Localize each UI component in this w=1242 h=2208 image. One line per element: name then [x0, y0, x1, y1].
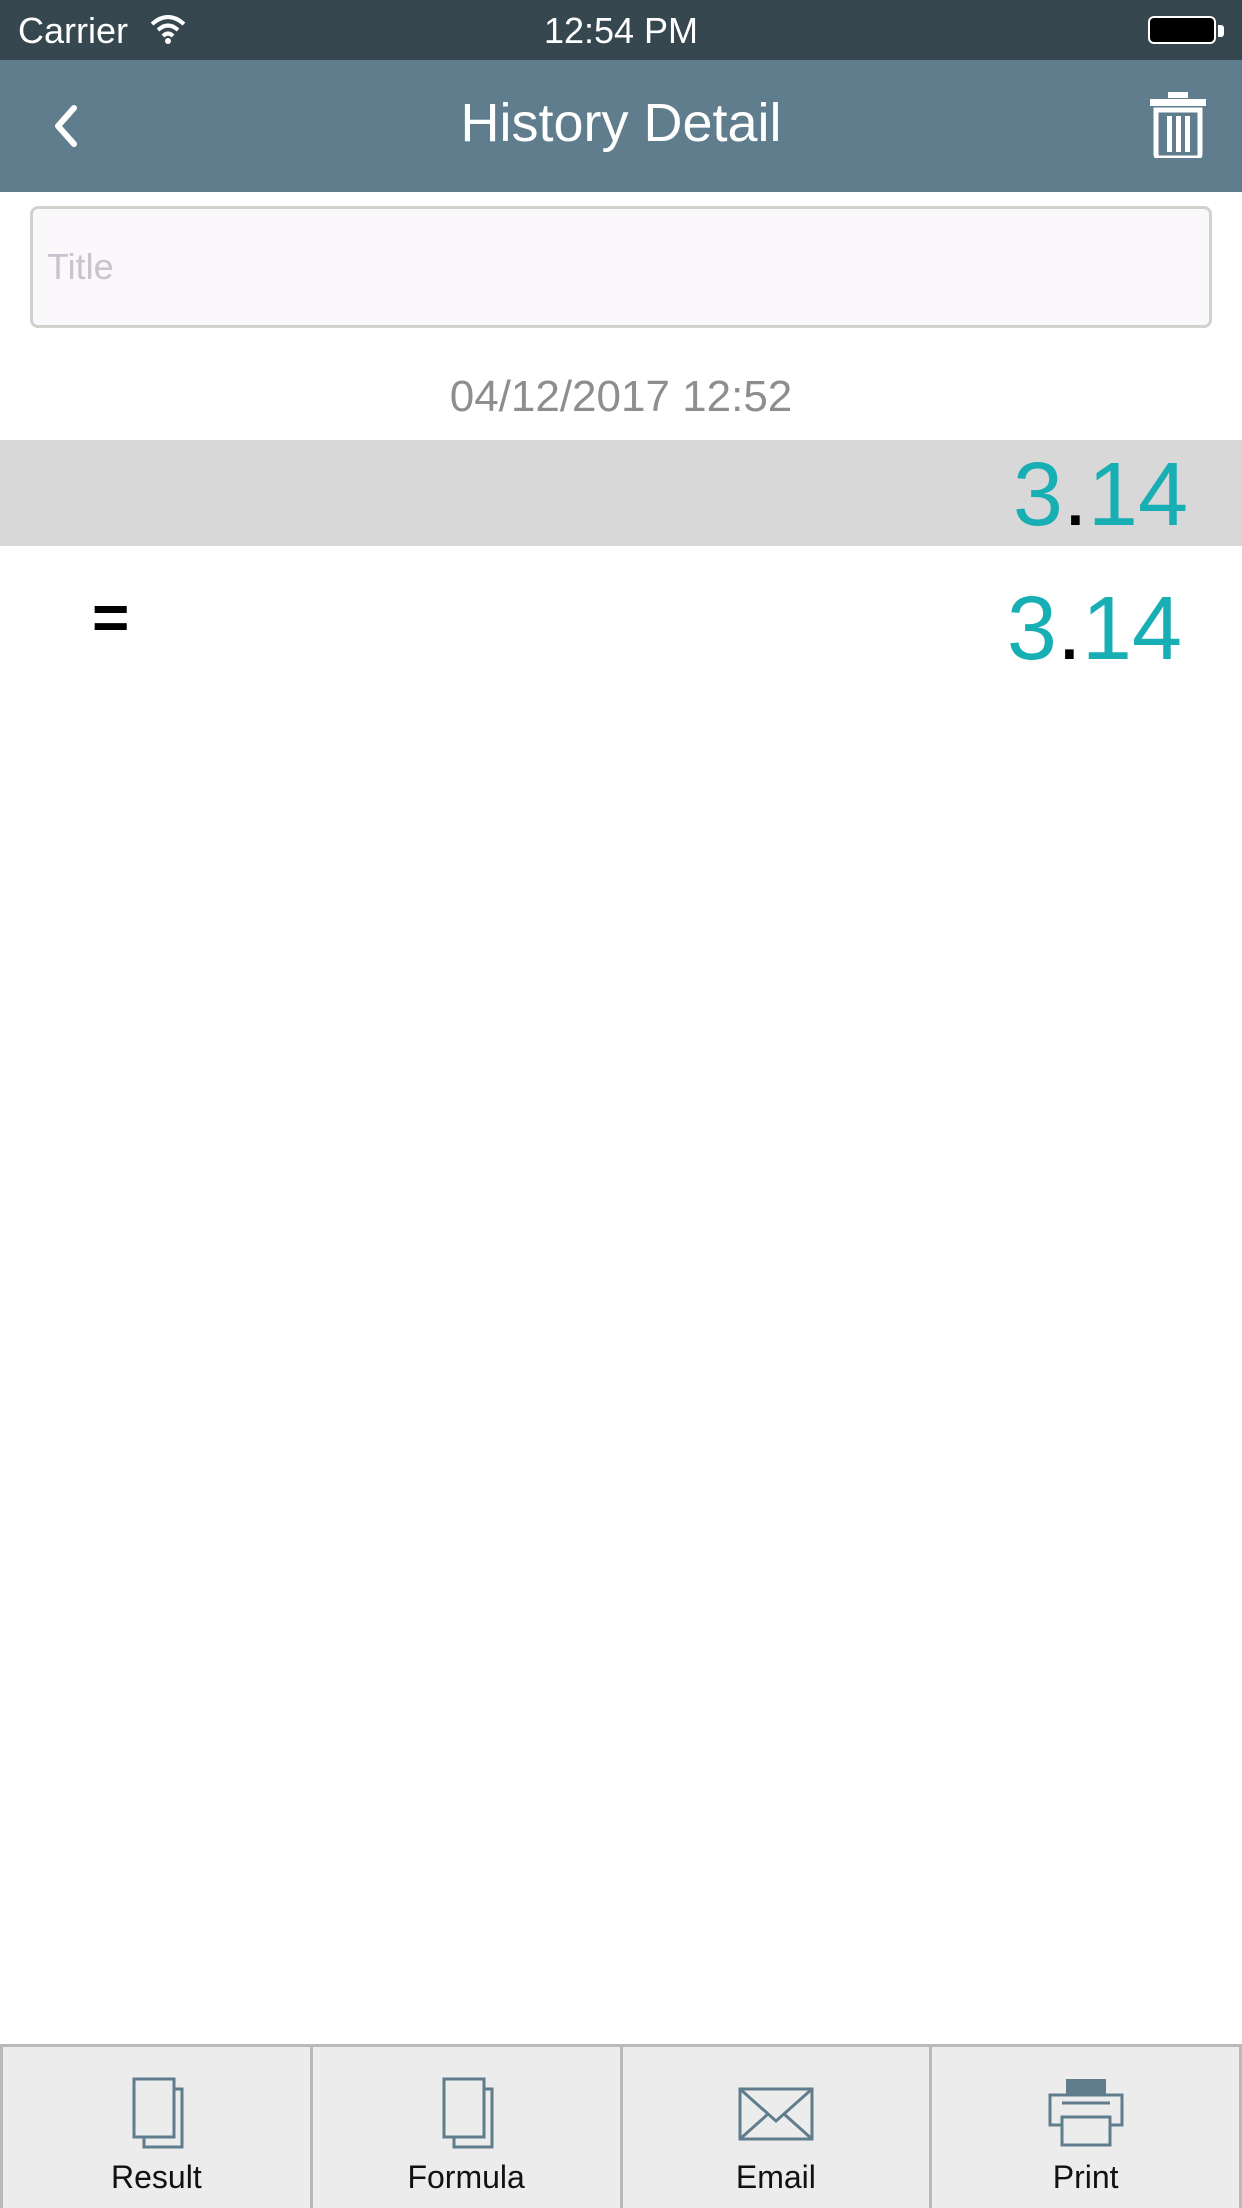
formula-label: Formula — [407, 2159, 525, 2195]
copy-formula-button[interactable]: Formula — [313, 2047, 623, 2208]
nav-bar: History Detail — [0, 60, 1242, 192]
result-label: Result — [111, 2159, 202, 2195]
result-dot: . — [1062, 445, 1088, 545]
battery-tip — [1218, 25, 1224, 37]
bottom-toolbar: Result Formula Email Print — [0, 2044, 1242, 2208]
result-row: 3.14 — [0, 440, 1242, 546]
print-label: Print — [1052, 2159, 1119, 2195]
result-int: 3 — [1012, 445, 1063, 545]
entry-datetime: 04/12/2017 12:52 — [449, 372, 793, 421]
formula-frac: 14 — [1081, 579, 1182, 679]
email-label: Email — [735, 2159, 816, 2195]
email-button[interactable]: Email — [623, 2047, 933, 2208]
formula-row: = 3.14 — [0, 560, 1242, 680]
formula-int: 3 — [1006, 579, 1057, 679]
result-frac: 14 — [1087, 445, 1188, 545]
formula-value: 3.14 — [1007, 578, 1182, 681]
battery-icon — [1148, 16, 1216, 44]
formula-dot: . — [1056, 579, 1082, 679]
status-time: 12:54 PM — [543, 10, 699, 51]
copy-result-button[interactable]: Result — [0, 2047, 313, 2208]
result-value: 3.14 — [1013, 444, 1188, 547]
print-button[interactable]: Print — [932, 2047, 1242, 2208]
envelope-icon — [738, 2087, 814, 2141]
copy-icon — [442, 2077, 494, 2149]
printer-icon — [1048, 2079, 1124, 2147]
status-bar: Carrier 12:54 PM — [0, 0, 1242, 60]
title-input[interactable] — [30, 206, 1212, 328]
equals-sign: = — [92, 581, 130, 653]
copy-icon — [132, 2077, 184, 2149]
trash-icon[interactable] — [1150, 92, 1206, 158]
page-title: History Detail — [460, 93, 782, 153]
